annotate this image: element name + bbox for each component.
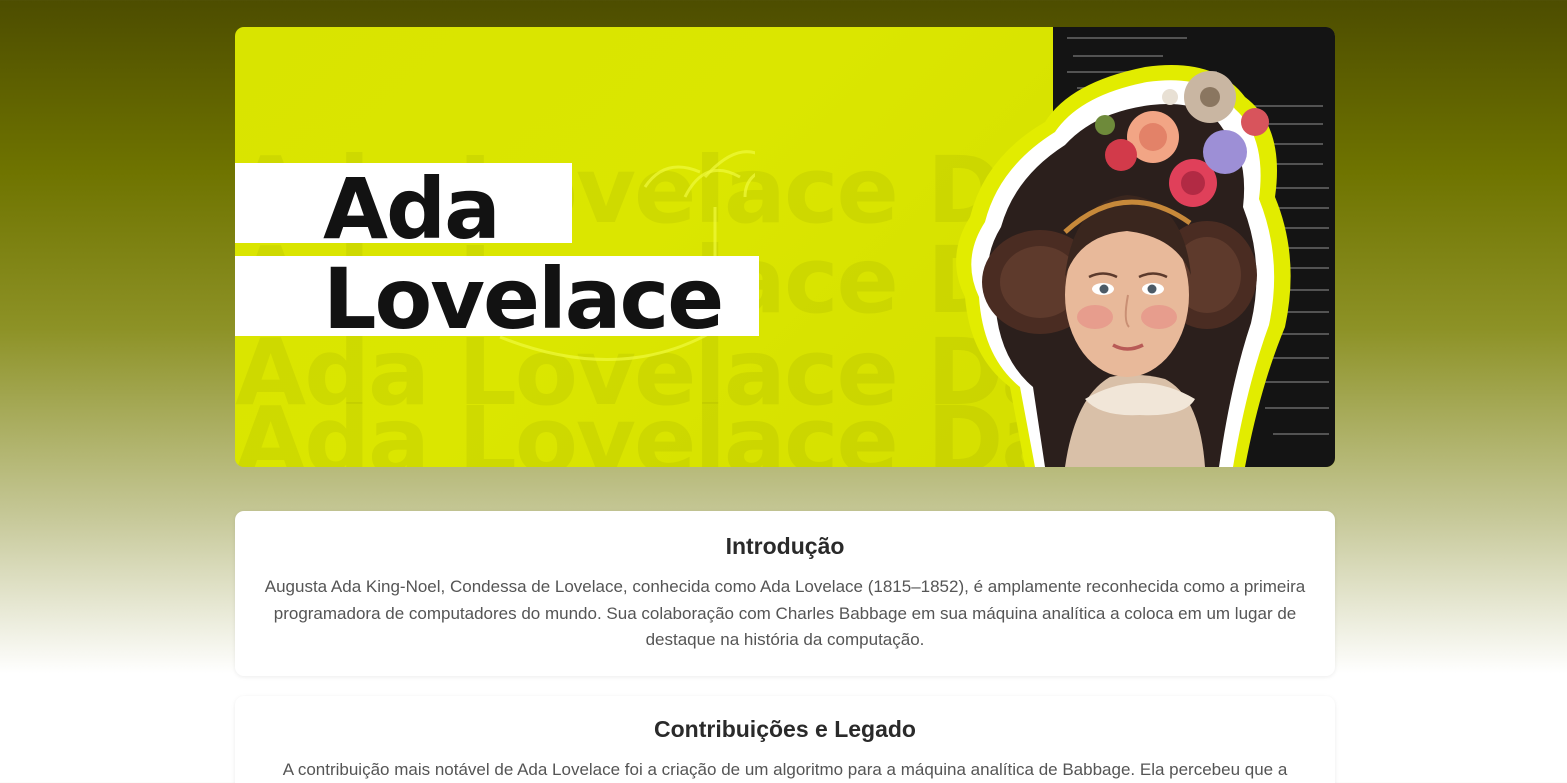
intro-heading: Introdução: [725, 533, 845, 559]
hero-title-line1: Ada: [323, 160, 501, 258]
contributions-text: A contribuição mais notável de Ada Lovel…: [282, 760, 1288, 779]
hero-banner: Ada Lovelace Day Ada Lovelace Day Ada Lo…: [235, 27, 1335, 467]
contributions-section-card: Contribuições e Legado A contribuição ma…: [235, 696, 1335, 783]
ada-lovelace-portrait: [956, 65, 1291, 467]
contributions-heading: Contribuições e Legado: [654, 716, 916, 742]
intro-section-card: Introdução Augusta Ada King-Noel, Condes…: [235, 511, 1335, 676]
intro-text: Augusta Ada King-Noel, Condessa de Lovel…: [264, 577, 1306, 649]
hero-title-line2: Lovelace: [323, 250, 724, 348]
